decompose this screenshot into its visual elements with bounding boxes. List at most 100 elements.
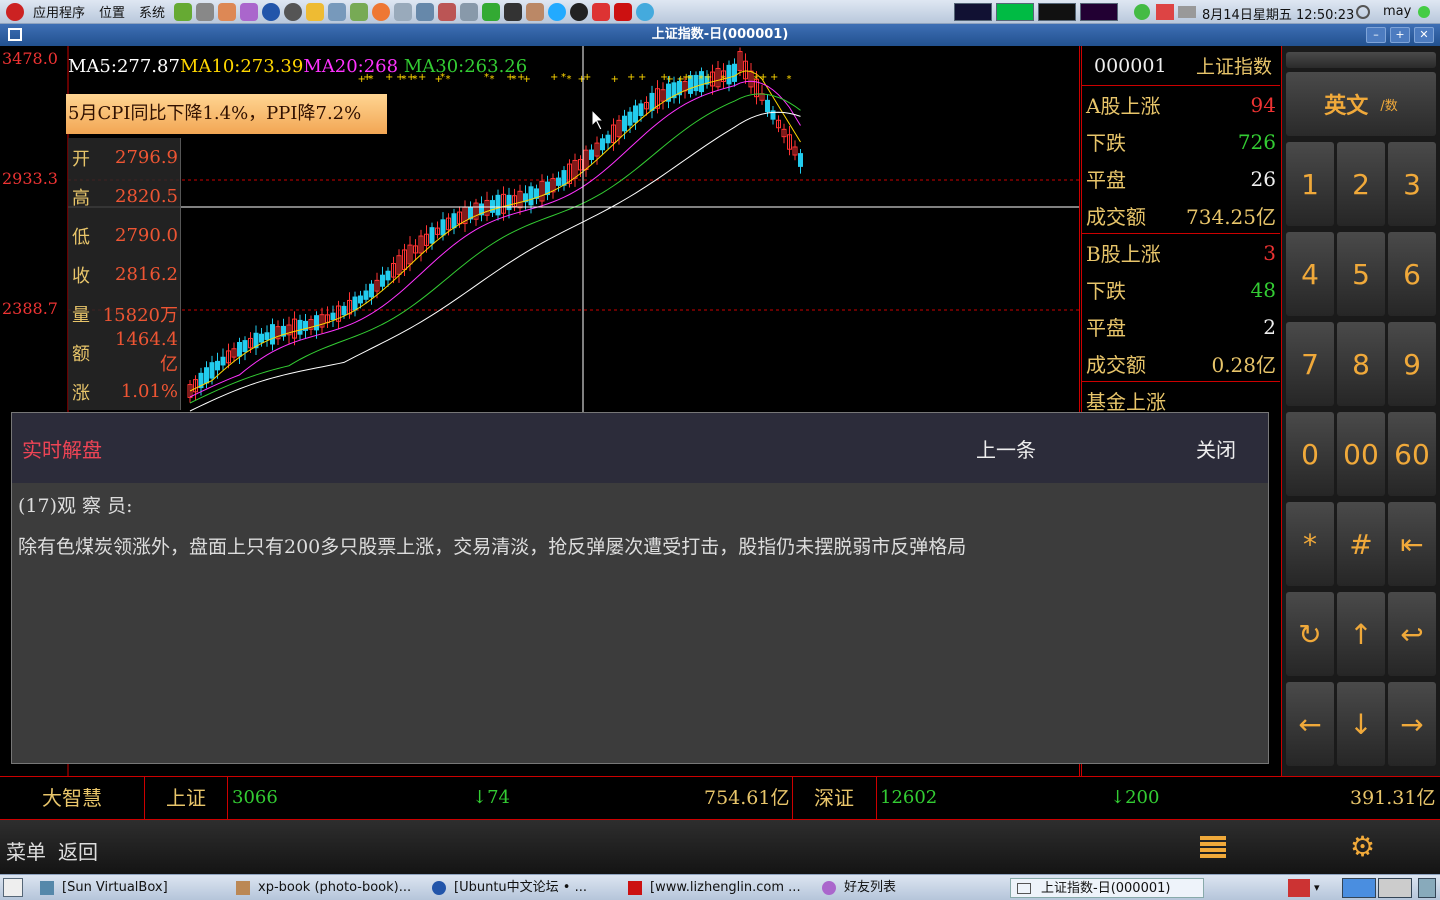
- task-friend-list[interactable]: 好友列表: [822, 878, 1002, 898]
- keypad-key[interactable]: ↩: [1388, 592, 1436, 676]
- keypad-key[interactable]: 0: [1286, 412, 1334, 496]
- keypad-key[interactable]: 60: [1388, 412, 1436, 496]
- task-ubuntu-forum[interactable]: [Ubuntu中文论坛 • ...: [432, 878, 617, 898]
- ohlc-label: 低: [72, 226, 90, 248]
- candle-body: [561, 170, 567, 186]
- menu-button[interactable]: 菜单: [6, 836, 46, 865]
- prev-item-button[interactable]: 上一条: [976, 434, 1036, 463]
- chevron-down-icon[interactable]: ▾: [1314, 881, 1320, 894]
- close-window-button[interactable]: ✕: [1414, 27, 1434, 43]
- menu-applications[interactable]: 应用程序: [26, 2, 92, 21]
- launcher-icon[interactable]: [438, 2, 457, 21]
- signal-marker: +: [550, 72, 558, 83]
- show-desktop-icon[interactable]: [3, 878, 23, 897]
- dialog-title: 实时解盘: [22, 437, 102, 462]
- clock[interactable]: 8月14日星期五 12:50:23: [1202, 4, 1354, 23]
- keypad-key[interactable]: 6: [1388, 232, 1436, 316]
- sh-label[interactable]: 上证: [145, 777, 227, 819]
- globe-icon[interactable]: [262, 2, 281, 21]
- ohlc-value: 1.01%: [120, 381, 178, 402]
- qq-icon[interactable]: [570, 2, 589, 21]
- maximize-button[interactable]: +: [1390, 27, 1410, 43]
- keypad-key[interactable]: 5: [1337, 232, 1385, 316]
- launcher-icon[interactable]: [482, 2, 501, 21]
- signal-marker: *: [754, 74, 759, 85]
- update-icon[interactable]: [1134, 4, 1150, 20]
- candle-body: [649, 92, 655, 111]
- keypad-key[interactable]: 00: [1337, 412, 1385, 496]
- settings-gear-icon[interactable]: ⚙: [1350, 830, 1375, 863]
- help-icon[interactable]: [636, 2, 655, 21]
- network-icon[interactable]: [1156, 4, 1174, 20]
- commentary-author: (17)观 察 员:: [18, 495, 133, 517]
- menu-system[interactable]: 系统: [132, 2, 172, 21]
- camera-icon[interactable]: [196, 2, 215, 21]
- launcher-icon[interactable]: [526, 2, 545, 21]
- terminal-icon[interactable]: [504, 2, 523, 21]
- keypad-key[interactable]: 1: [1286, 142, 1334, 226]
- keypad-key[interactable]: 3: [1388, 142, 1436, 226]
- keypad-key[interactable]: ⇤: [1388, 502, 1436, 586]
- window-menu-icon[interactable]: [8, 28, 22, 41]
- task-xp-book[interactable]: xp-book (photo-book)...: [236, 878, 421, 898]
- b-down-label: 下跌: [1086, 279, 1126, 303]
- launcher-icon[interactable]: [350, 2, 369, 21]
- launcher-icon[interactable]: [328, 2, 347, 21]
- keypad-key[interactable]: *: [1286, 502, 1334, 586]
- news-banner[interactable]: 5月CPI同比下降1.4%，PPI降7.2%: [66, 94, 387, 134]
- launcher-icon[interactable]: [416, 2, 435, 21]
- workspace-2[interactable]: [1378, 878, 1412, 898]
- close-dialog-button[interactable]: 关闭: [1196, 434, 1236, 463]
- status-online-icon[interactable]: [1418, 6, 1430, 18]
- filezilla-icon[interactable]: [614, 2, 633, 21]
- candle-body: [204, 367, 209, 384]
- launcher-icon[interactable]: [372, 2, 391, 21]
- task-filezilla[interactable]: [www.lizhenglin.com ...: [628, 878, 813, 898]
- battery-icon[interactable]: [1178, 6, 1196, 18]
- keypad-key[interactable]: 9: [1388, 322, 1436, 406]
- candle-body: [765, 99, 770, 113]
- sz-label[interactable]: 深证: [793, 777, 875, 819]
- task-virtualbox[interactable]: [Sun VirtualBox]: [40, 878, 225, 898]
- volume-icon[interactable]: [1356, 5, 1370, 19]
- keypad-key[interactable]: #: [1337, 502, 1385, 586]
- keypad-key[interactable]: ↓: [1337, 682, 1385, 766]
- trash-icon[interactable]: [1418, 878, 1436, 898]
- a-down-value: 726: [1237, 129, 1276, 154]
- keypad-key[interactable]: 2: [1337, 142, 1385, 226]
- launcher-icon[interactable]: [240, 2, 259, 21]
- minimize-button[interactable]: –: [1366, 27, 1386, 43]
- candle-body: [622, 115, 627, 132]
- ubuntu-logo-icon[interactable]: [6, 2, 24, 21]
- dialog-header: 实时解盘 上一条 关闭: [12, 413, 1268, 483]
- window-titlebar[interactable]: 上证指数-日(000001) – + ✕: [0, 24, 1440, 46]
- keypad-key[interactable]: →: [1388, 682, 1436, 766]
- keypad-key[interactable]: ↑: [1337, 592, 1385, 676]
- keypad-key[interactable]: 4: [1286, 232, 1334, 316]
- b-up-label: B股上涨: [1086, 242, 1161, 266]
- candle-body: [556, 177, 561, 186]
- notes-icon[interactable]: [306, 2, 325, 21]
- launcher-icon[interactable]: [284, 2, 303, 21]
- list-icon[interactable]: [1200, 836, 1226, 860]
- cube-icon[interactable]: [460, 2, 479, 21]
- task-dazhihui-active[interactable]: 上证指数-日(000001): [1010, 878, 1204, 898]
- back-button[interactable]: 返回: [58, 836, 98, 865]
- user-name[interactable]: may: [1383, 4, 1411, 19]
- opera-icon[interactable]: [592, 2, 611, 21]
- menu-places[interactable]: 位置: [92, 2, 132, 21]
- keypad-key[interactable]: ←: [1286, 682, 1334, 766]
- workspace-1[interactable]: [1342, 878, 1376, 898]
- ohlc-value: 15820万: [102, 304, 178, 326]
- launcher-icon[interactable]: [218, 2, 237, 21]
- input-mode-toggle[interactable]: 英文 /数: [1286, 72, 1436, 136]
- keypad-key[interactable]: 8: [1337, 322, 1385, 406]
- keypad-key[interactable]: 7: [1286, 322, 1334, 406]
- launcher-icon[interactable]: [394, 2, 413, 21]
- launcher-icon[interactable]: [174, 2, 193, 21]
- brand-button[interactable]: 大智慧: [0, 777, 144, 819]
- input-method-icon[interactable]: [1288, 879, 1310, 897]
- skype-icon[interactable]: [548, 2, 567, 21]
- cpu-monitor-icon: [954, 3, 992, 21]
- keypad-key[interactable]: ↻: [1286, 592, 1334, 676]
